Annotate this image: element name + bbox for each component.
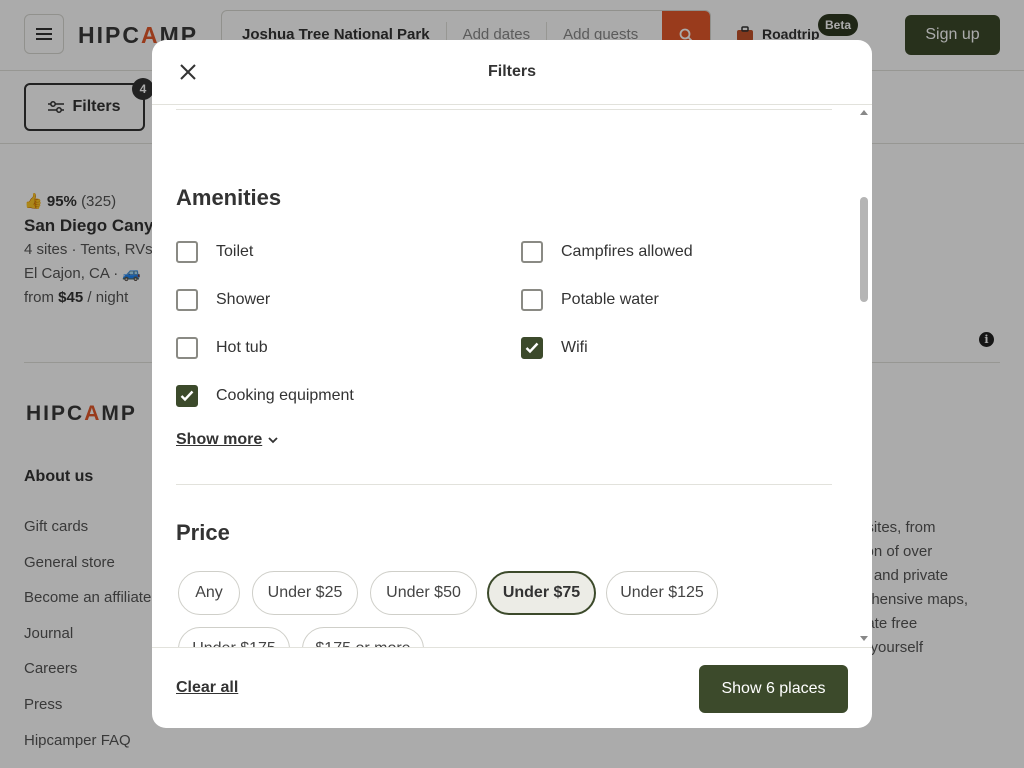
filters-modal: Filters Amenities Toilet Campfires allow…	[152, 40, 872, 728]
amenity-toilet[interactable]: Toilet	[176, 241, 253, 263]
checkbox[interactable]	[176, 289, 198, 311]
modal-title: Filters	[487, 63, 536, 80]
scroll-down-arrow[interactable]	[860, 636, 868, 641]
price-option-175-or-more[interactable]: $175 or more	[302, 627, 424, 647]
scroll-up-arrow[interactable]	[860, 110, 868, 115]
amenity-label: Shower	[216, 291, 271, 308]
checkbox-checked[interactable]	[176, 385, 198, 407]
modal-header: Filters	[152, 40, 872, 105]
checkmark-icon	[180, 390, 194, 402]
amenity-campfires[interactable]: Campfires allowed	[521, 241, 693, 263]
amenity-label: Wifi	[561, 339, 588, 356]
checkbox[interactable]	[521, 241, 543, 263]
checkbox[interactable]	[176, 241, 198, 263]
show-more-label: Show more	[176, 431, 263, 448]
modal-scrollbar[interactable]	[856, 105, 872, 647]
clear-all-link[interactable]: Clear all	[176, 679, 238, 697]
close-icon	[180, 64, 196, 80]
amenity-potable-water[interactable]: Potable water	[521, 289, 659, 311]
price-option-under-175[interactable]: Under $175	[178, 627, 290, 647]
amenity-label: Cooking equipment	[216, 387, 354, 404]
modal-footer: Clear all Show 6 places	[152, 647, 872, 728]
amenity-label: Toilet	[216, 243, 254, 260]
price-option-under-25[interactable]: Under $25	[252, 571, 358, 615]
close-button[interactable]	[176, 60, 200, 84]
checkbox[interactable]	[521, 289, 543, 311]
chevron-down-icon	[268, 436, 278, 443]
section-divider	[176, 484, 832, 485]
amenity-hot-tub[interactable]: Hot tub	[176, 337, 268, 359]
modal-body[interactable]: Amenities Toilet Campfires allowed Showe…	[152, 105, 872, 647]
section-divider	[176, 109, 832, 110]
checkbox[interactable]	[176, 337, 198, 359]
amenity-cooking-equipment[interactable]: Cooking equipment	[176, 385, 354, 407]
show-more-button[interactable]: Show more	[176, 431, 278, 449]
price-heading: Price	[176, 520, 230, 545]
amenity-label: Campfires allowed	[561, 243, 693, 260]
amenity-label: Hot tub	[216, 339, 268, 356]
price-option-any[interactable]: Any	[178, 571, 240, 615]
price-option-under-125[interactable]: Under $125	[606, 571, 718, 615]
amenity-shower[interactable]: Shower	[176, 289, 270, 311]
amenity-wifi[interactable]: Wifi	[521, 337, 588, 359]
price-option-under-50[interactable]: Under $50	[370, 571, 477, 615]
amenities-heading: Amenities	[176, 185, 282, 210]
price-option-under-75[interactable]: Under $75	[487, 571, 596, 615]
amenity-label: Potable water	[561, 291, 659, 308]
scroll-thumb[interactable]	[860, 197, 868, 302]
checkmark-icon	[525, 342, 539, 354]
checkbox-checked[interactable]	[521, 337, 543, 359]
show-places-button[interactable]: Show 6 places	[699, 665, 848, 713]
